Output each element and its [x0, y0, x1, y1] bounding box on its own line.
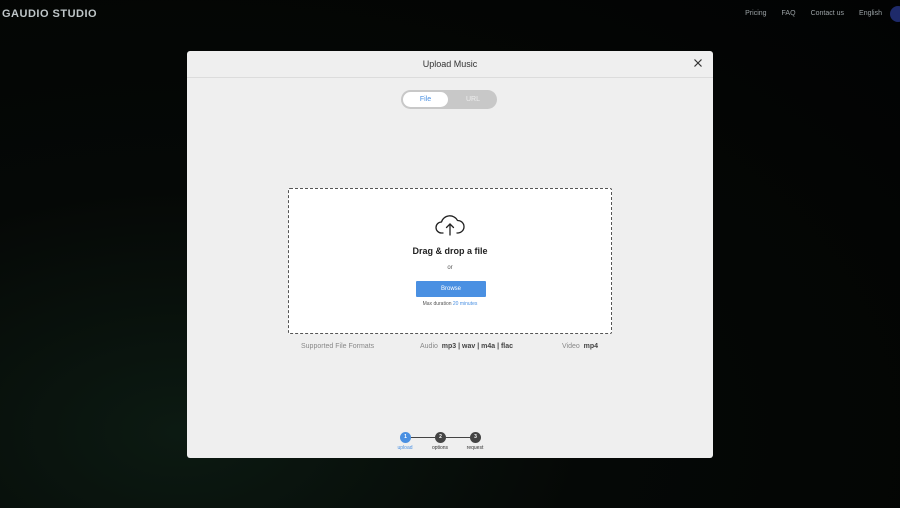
step-1-dot: 1	[400, 432, 411, 443]
modal-title: Upload Music	[422, 59, 478, 69]
video-values: mp4	[583, 343, 599, 350]
file-dropzone[interactable]: Drag & drop a file or Browse Max duratio…	[288, 188, 612, 334]
step-connector	[446, 437, 470, 438]
step-2-dot: 2	[435, 432, 446, 443]
source-toggle: File URL	[401, 90, 497, 109]
audio-values: mp3 | wav | m4a | flac	[441, 343, 514, 350]
close-icon[interactable]	[691, 56, 705, 70]
browse-button[interactable]: Browse	[416, 281, 486, 297]
step-2-label: options	[431, 445, 449, 451]
upload-modal: Upload Music File URL Drag & drop a file…	[187, 51, 713, 458]
supported-formats: Supported File Formats Audio mp3 | wav |…	[301, 343, 601, 353]
step-3-dot: 3	[470, 432, 481, 443]
progress-stepper: 1 2 3 upload options request	[397, 432, 500, 456]
formats-label: Supported File Formats	[301, 343, 375, 350]
nav-item-language[interactable]: English	[859, 10, 882, 17]
dropzone-title: Drag & drop a file	[412, 246, 488, 256]
nav-links: Pricing FAQ Contact us English	[745, 10, 882, 17]
video-formats: Video mp4	[562, 343, 598, 350]
audio-label: Audio	[420, 343, 438, 350]
top-navbar: GAUDIO STUDIO Pricing FAQ Contact us Eng…	[0, 0, 900, 28]
max-duration-value: 20 minutes	[452, 301, 478, 307]
step-3-label: request	[466, 445, 484, 451]
tab-file[interactable]: File	[403, 92, 448, 107]
dropzone-or: or	[447, 265, 453, 271]
app-logo[interactable]: GAUDIO STUDIO	[2, 8, 97, 20]
tab-url[interactable]: URL	[451, 92, 495, 107]
nav-item-faq[interactable]: FAQ	[782, 10, 796, 17]
max-duration-note: Max duration 20 minutes	[289, 301, 611, 307]
step-connector	[411, 437, 435, 438]
cloud-upload-icon	[435, 215, 465, 236]
nav-item-pricing[interactable]: Pricing	[745, 10, 766, 17]
step-1-label: upload	[397, 445, 413, 451]
nav-item-contact[interactable]: Contact us	[811, 10, 844, 17]
max-duration-label: Max duration	[422, 301, 452, 307]
avatar[interactable]	[890, 6, 900, 22]
modal-header: Upload Music	[187, 51, 713, 78]
video-label: Video	[562, 343, 580, 350]
audio-formats: Audio mp3 | wav | m4a | flac	[420, 343, 513, 350]
